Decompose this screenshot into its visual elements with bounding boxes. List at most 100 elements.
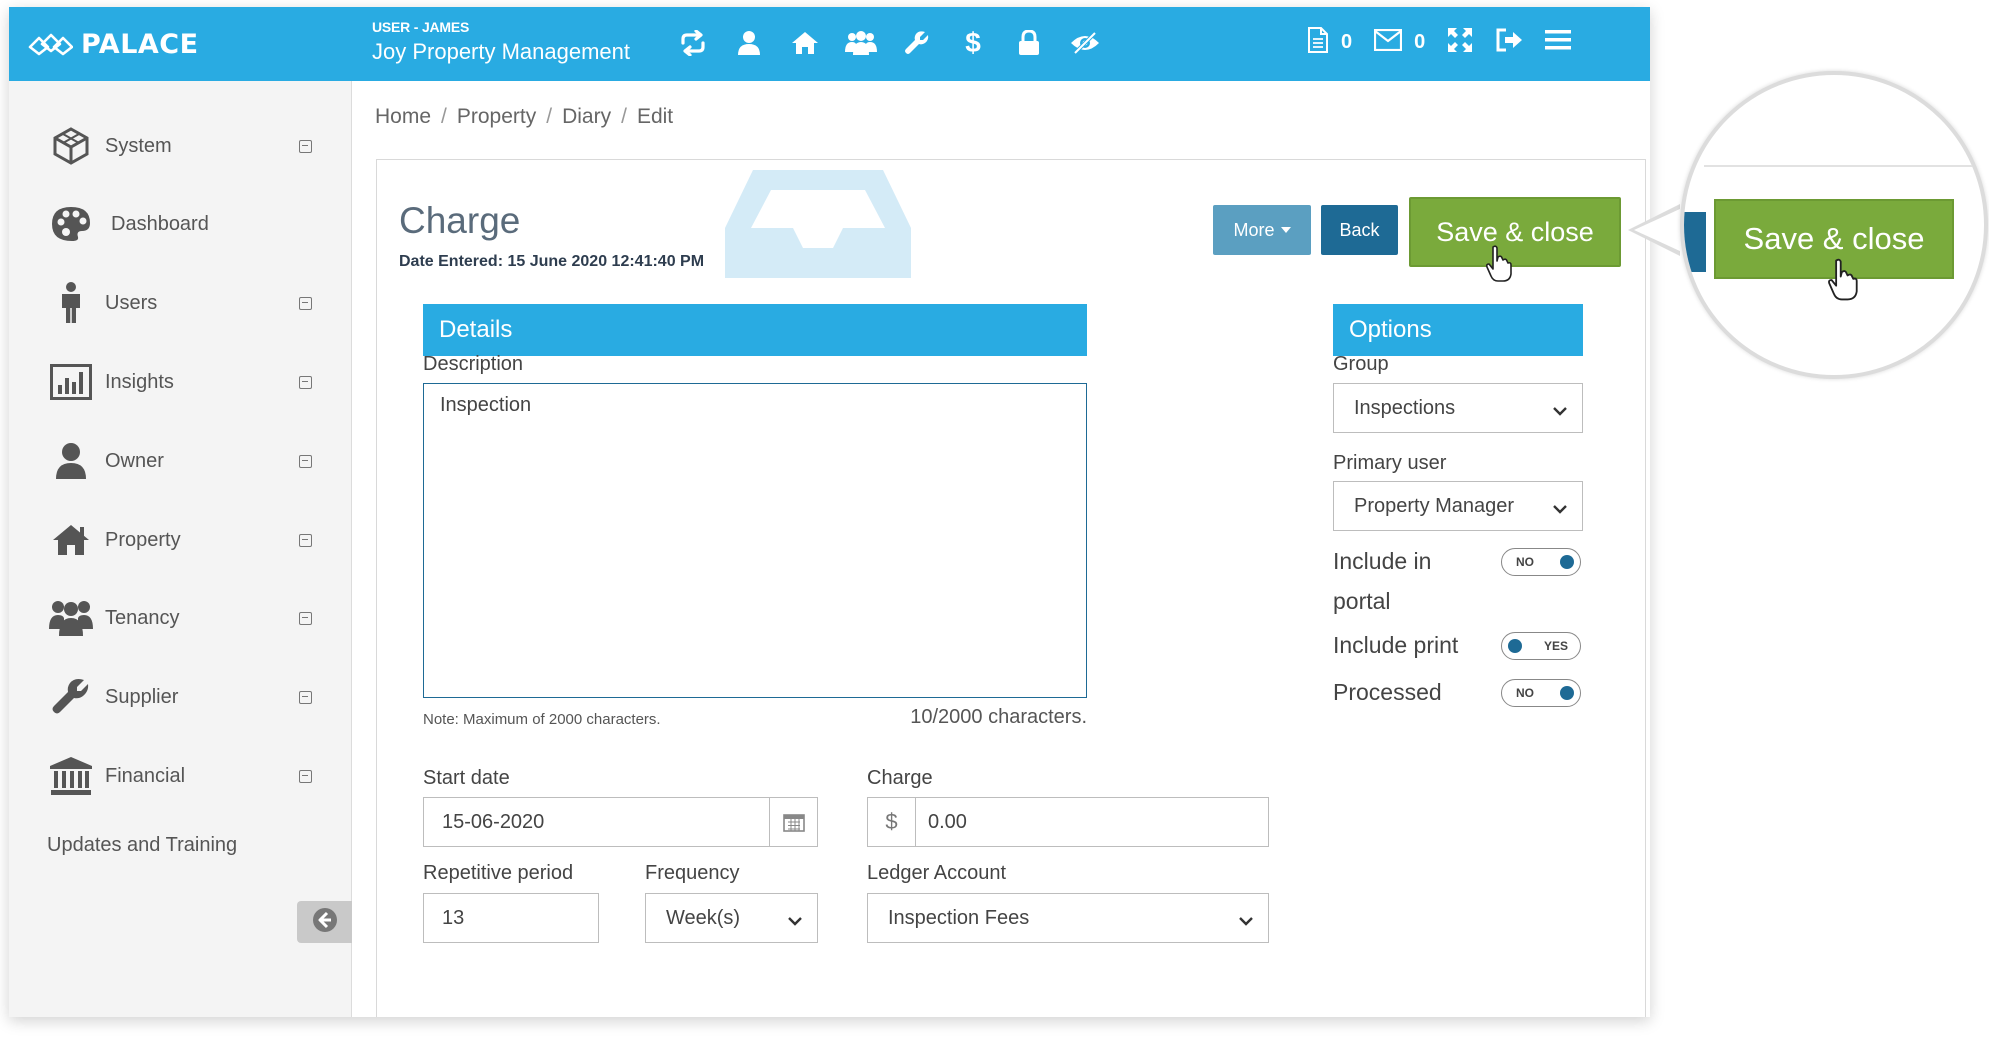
callout-pointer-inner: [1634, 208, 1682, 252]
breadcrumb-diary[interactable]: Diary: [562, 105, 611, 129]
ledger-account-select[interactable]: Inspection Fees: [867, 893, 1269, 943]
start-date-value: 15-06-2020: [442, 810, 545, 833]
callout-back-button-edge: [1684, 212, 1706, 272]
processed-label: Processed: [1333, 679, 1442, 705]
include-print-toggle[interactable]: YES: [1501, 632, 1581, 660]
sidebar-item-owner[interactable]: Owner: [9, 431, 352, 491]
messages-counter[interactable]: 0: [1374, 28, 1425, 56]
sidebar-item-label: Financial: [105, 764, 186, 787]
user-info[interactable]: USER - JAMES Joy Property Management: [372, 19, 630, 65]
dollar-icon[interactable]: $: [957, 27, 989, 59]
home-icon[interactable]: [789, 27, 821, 59]
documents-count: 0: [1341, 31, 1353, 53]
person-icon: [49, 281, 93, 325]
sidebar-item-users[interactable]: Users: [9, 273, 352, 333]
sidebar-item-label: Supplier: [105, 685, 179, 708]
arrow-left-circle-icon: [312, 907, 338, 938]
breadcrumb-edit: Edit: [636, 105, 674, 128]
repetitive-period-input[interactable]: 13: [423, 893, 599, 943]
save-and-close-button[interactable]: Save & close: [1409, 197, 1621, 267]
menu-icon[interactable]: [1545, 29, 1572, 56]
charge-edit-panel: Charge Date Entered: 15 June 2020 12:41:…: [376, 159, 1646, 1017]
chevron-down-icon: [1552, 400, 1568, 423]
documents-counter[interactable]: 0: [1307, 27, 1352, 58]
group-value: Inspections: [1354, 396, 1456, 419]
sidebar-item-property[interactable]: Property: [9, 510, 352, 570]
sidebar-item-supplier[interactable]: Supplier: [9, 667, 352, 727]
user-icon[interactable]: [733, 27, 765, 59]
eye-slash-icon[interactable]: [1069, 27, 1101, 59]
repetitive-period-label: Repetitive period: [423, 862, 574, 884]
sync-icon[interactable]: [677, 27, 709, 59]
hand-cursor-icon: [1485, 245, 1513, 288]
envelope-icon: [1374, 28, 1403, 56]
palette-icon: [49, 202, 93, 246]
repetitive-period-value: 13: [442, 906, 465, 929]
charge-input[interactable]: $ 0.00: [867, 797, 1269, 847]
currency-addon: $: [868, 798, 916, 846]
collapse-toggle-icon[interactable]: [299, 375, 312, 389]
breadcrumb-home[interactable]: Home: [375, 105, 431, 129]
sidebar-item-label: Dashboard: [111, 212, 209, 235]
company-name: Joy Property Management: [372, 39, 631, 64]
breadcrumb-property[interactable]: Property: [457, 105, 536, 129]
brand-logo[interactable]: PALACE: [27, 27, 199, 62]
charge-value: 0.00: [928, 810, 967, 833]
brand-name: PALACE: [81, 29, 199, 60]
sidebar-item-label: Owner: [105, 449, 164, 472]
more-button[interactable]: More: [1213, 205, 1311, 255]
more-button-label: More: [1233, 219, 1275, 240]
group-label: Group: [1333, 353, 1389, 375]
fullscreen-icon[interactable]: [1447, 27, 1473, 58]
frequency-select[interactable]: Week(s): [645, 893, 818, 943]
inbox-tray-icon: [723, 168, 913, 285]
date-entered: Date Entered: 15 June 2020 12:41:40 PM: [399, 253, 705, 270]
breadcrumb-separator: /: [546, 105, 553, 128]
breadcrumb-separator: /: [621, 105, 627, 128]
collapse-toggle-icon[interactable]: [299, 769, 312, 783]
description-textarea[interactable]: Inspection: [423, 383, 1087, 698]
sidebar-item-system[interactable]: System: [9, 116, 352, 176]
callout-divider: [1704, 165, 1974, 167]
include-in-portal-label-line1: Include in: [1333, 548, 1432, 574]
collapse-toggle-icon[interactable]: [299, 533, 312, 547]
start-date-label: Start date: [423, 767, 510, 789]
wrench-icon[interactable]: [901, 27, 933, 59]
updates-and-training-link[interactable]: Updates and Training: [47, 834, 237, 857]
back-button[interactable]: Back: [1321, 205, 1398, 255]
sidebar-item-dashboard[interactable]: Dashboard: [9, 194, 352, 254]
sidebar-item-insights[interactable]: Insights: [9, 352, 352, 412]
collapse-toggle-icon[interactable]: [299, 296, 312, 310]
top-right-tools: 0 0: [1307, 27, 1572, 58]
breadcrumb-separator: /: [441, 105, 447, 128]
primary-user-select[interactable]: Property Manager: [1333, 481, 1583, 531]
sidebar-item-tenancy[interactable]: Tenancy: [9, 588, 352, 648]
app-window: PALACE USER - JAMES Joy Property Managem…: [9, 7, 1650, 1017]
toggle-knob: [1508, 639, 1522, 653]
sidebar-collapse-button[interactable]: [297, 901, 352, 943]
frequency-label: Frequency: [645, 862, 740, 884]
frequency-value: Week(s): [666, 906, 741, 929]
breadcrumb: Home / Property / Diary / Edit: [375, 105, 673, 129]
collapse-toggle-icon[interactable]: [299, 611, 312, 625]
sidebar-item-label: Property: [105, 528, 181, 551]
collapse-toggle-icon[interactable]: [299, 139, 312, 153]
logout-icon[interactable]: [1495, 28, 1523, 57]
include-in-portal-toggle[interactable]: NO: [1501, 548, 1581, 576]
description-label: Description: [423, 353, 524, 375]
start-date-input[interactable]: 15-06-2020: [423, 797, 818, 847]
collapse-toggle-icon[interactable]: [299, 454, 312, 468]
sidebar-item-label: Users: [105, 291, 158, 314]
processed-toggle[interactable]: NO: [1501, 679, 1581, 707]
collapse-toggle-icon[interactable]: [299, 690, 312, 704]
group-icon[interactable]: [845, 27, 877, 59]
wrench-icon: [49, 675, 93, 719]
sidebar-item-label: Tenancy: [105, 606, 180, 629]
save-and-close-label: Save & close: [1436, 216, 1594, 247]
calendar-icon[interactable]: [769, 798, 817, 846]
lock-icon[interactable]: [1013, 27, 1045, 59]
user-label: USER - JAMES: [372, 19, 470, 35]
sidebar-item-financial[interactable]: Financial: [9, 746, 352, 806]
group-select[interactable]: Inspections: [1333, 383, 1583, 433]
character-count: 10/2000 characters.: [910, 706, 1087, 728]
